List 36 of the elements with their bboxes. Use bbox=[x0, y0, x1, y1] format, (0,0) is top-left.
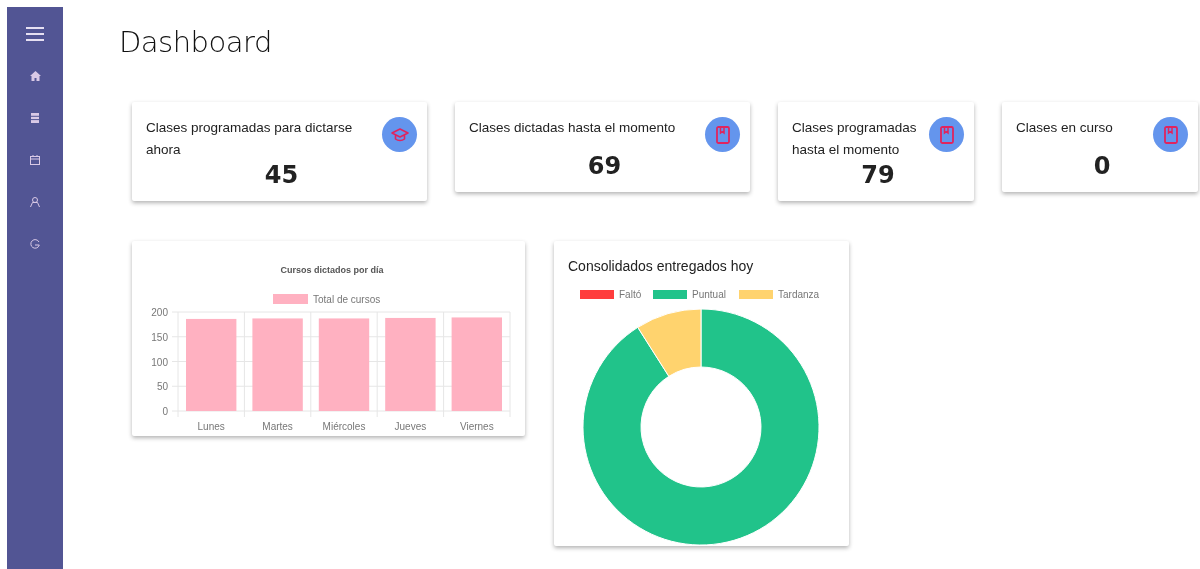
x-tick-label: Martes bbox=[262, 421, 293, 432]
stat-label: Clases programadas para dictarse ahora bbox=[146, 119, 354, 159]
user-icon[interactable] bbox=[30, 197, 40, 207]
book-icon bbox=[1153, 117, 1188, 152]
x-tick-label: Viernes bbox=[459, 421, 494, 432]
page-title: Dashboard bbox=[119, 25, 273, 59]
legend-swatch bbox=[273, 294, 308, 304]
menu-icon[interactable] bbox=[26, 27, 44, 41]
home-icon[interactable] bbox=[29, 71, 41, 81]
list-icon[interactable] bbox=[31, 113, 39, 123]
stat-value: 79 bbox=[860, 161, 896, 189]
x-tick-label: Miércoles bbox=[322, 421, 366, 432]
legend-label: Faltó bbox=[619, 289, 642, 300]
stat-value: 0 bbox=[1092, 152, 1112, 180]
legend-label: Tardanza bbox=[778, 289, 820, 300]
stat-label: Clases programadas hasta el momento bbox=[792, 119, 918, 159]
legend-label: Puntual bbox=[692, 289, 726, 300]
graduation-cap-icon bbox=[382, 117, 417, 152]
chart-title: Cursos dictados por día bbox=[280, 265, 384, 275]
y-tick-label: 100 bbox=[151, 356, 168, 368]
legend-label: Total de cursos bbox=[313, 294, 381, 305]
stat-label: Clases en curso bbox=[1016, 119, 1113, 137]
x-tick-label: Jueves bbox=[394, 421, 427, 432]
book-icon bbox=[929, 117, 964, 152]
logout-icon[interactable] bbox=[30, 239, 40, 249]
stat-label: Clases dictadas hasta el momento bbox=[469, 119, 676, 137]
y-tick-label: 150 bbox=[151, 331, 168, 343]
y-tick-label: 200 bbox=[151, 307, 168, 318]
stat-value: 45 bbox=[263, 161, 300, 189]
x-tick-label: Lunes bbox=[197, 421, 225, 432]
calendar-icon[interactable] bbox=[30, 155, 40, 165]
y-tick-label: 0 bbox=[162, 406, 168, 417]
book-icon bbox=[705, 117, 740, 152]
chart-title: Consolidados entregados hoy bbox=[568, 258, 754, 274]
y-tick-label: 50 bbox=[156, 381, 168, 393]
stat-value: 69 bbox=[586, 152, 623, 180]
